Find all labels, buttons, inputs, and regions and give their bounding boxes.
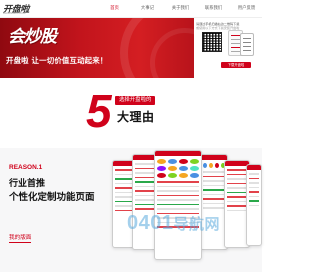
reasons-heading: 5 选择开盘啦的 大理由 bbox=[0, 88, 262, 138]
nav-item-home[interactable]: 首页 bbox=[98, 0, 131, 18]
phone-mockup bbox=[240, 33, 254, 56]
banner-tagline: 开盘啦 让一切价值互动起来！ bbox=[6, 56, 108, 65]
nav-item-events[interactable]: 大事记 bbox=[131, 0, 164, 18]
logo-subtitle: KAIPANLA.COM bbox=[3, 11, 26, 15]
nav-item-about[interactable]: 关于我们 bbox=[164, 0, 197, 18]
app-preview-image bbox=[228, 30, 255, 56]
app-screenshot bbox=[246, 164, 262, 246]
watermark: 0401导航网 bbox=[127, 212, 220, 235]
reasons-pill: 选择开盘啦的 bbox=[115, 96, 156, 105]
qr-code-icon bbox=[202, 32, 222, 52]
download-button[interactable]: 下载开盘啦 bbox=[221, 62, 251, 68]
banner-slogan: 会炒股 bbox=[8, 27, 57, 47]
reasons-title: 大理由 bbox=[117, 110, 155, 124]
reason-section: REASON.1 行业首推 个性化定制功能页面 我的版面 bbox=[0, 148, 262, 272]
nav-item-feedback[interactable]: 用户反馈 bbox=[230, 0, 263, 18]
my-layout-link[interactable]: 我的版面 bbox=[9, 233, 32, 243]
reason-label: REASON.1 bbox=[9, 164, 43, 171]
watermark-digits: 0401 bbox=[127, 212, 174, 234]
watermark-text: 导航网 bbox=[173, 215, 221, 233]
hero-banner: 会炒股 开盘啦 让一切价值互动起来！ 请通过手机扫描右边二维码下载 或使用以下方… bbox=[0, 18, 262, 78]
app-screenshot-featured bbox=[154, 150, 202, 260]
site-header: 开盘啦 KAIPANLA.COM 首页 大事记 关于我们 联系我们 用户反馈 bbox=[0, 0, 262, 18]
nav-item-contact[interactable]: 联系我们 bbox=[197, 0, 230, 18]
main-nav: 首页 大事记 关于我们 联系我们 用户反馈 bbox=[98, 0, 263, 18]
reason-subheading: 个性化定制功能页面 bbox=[9, 192, 95, 203]
reason-heading: 行业首推 bbox=[9, 179, 46, 189]
download-panel: 请通过手机扫描右边二维码下载 或使用以下方式下载安装开盘啦 下载开盘啦 bbox=[194, 18, 262, 78]
reasons-number: 5 bbox=[86, 85, 112, 137]
app-screenshots bbox=[108, 150, 262, 270]
banner-image[interactable]: 会炒股 开盘啦 让一切价值互动起来！ bbox=[0, 18, 200, 78]
